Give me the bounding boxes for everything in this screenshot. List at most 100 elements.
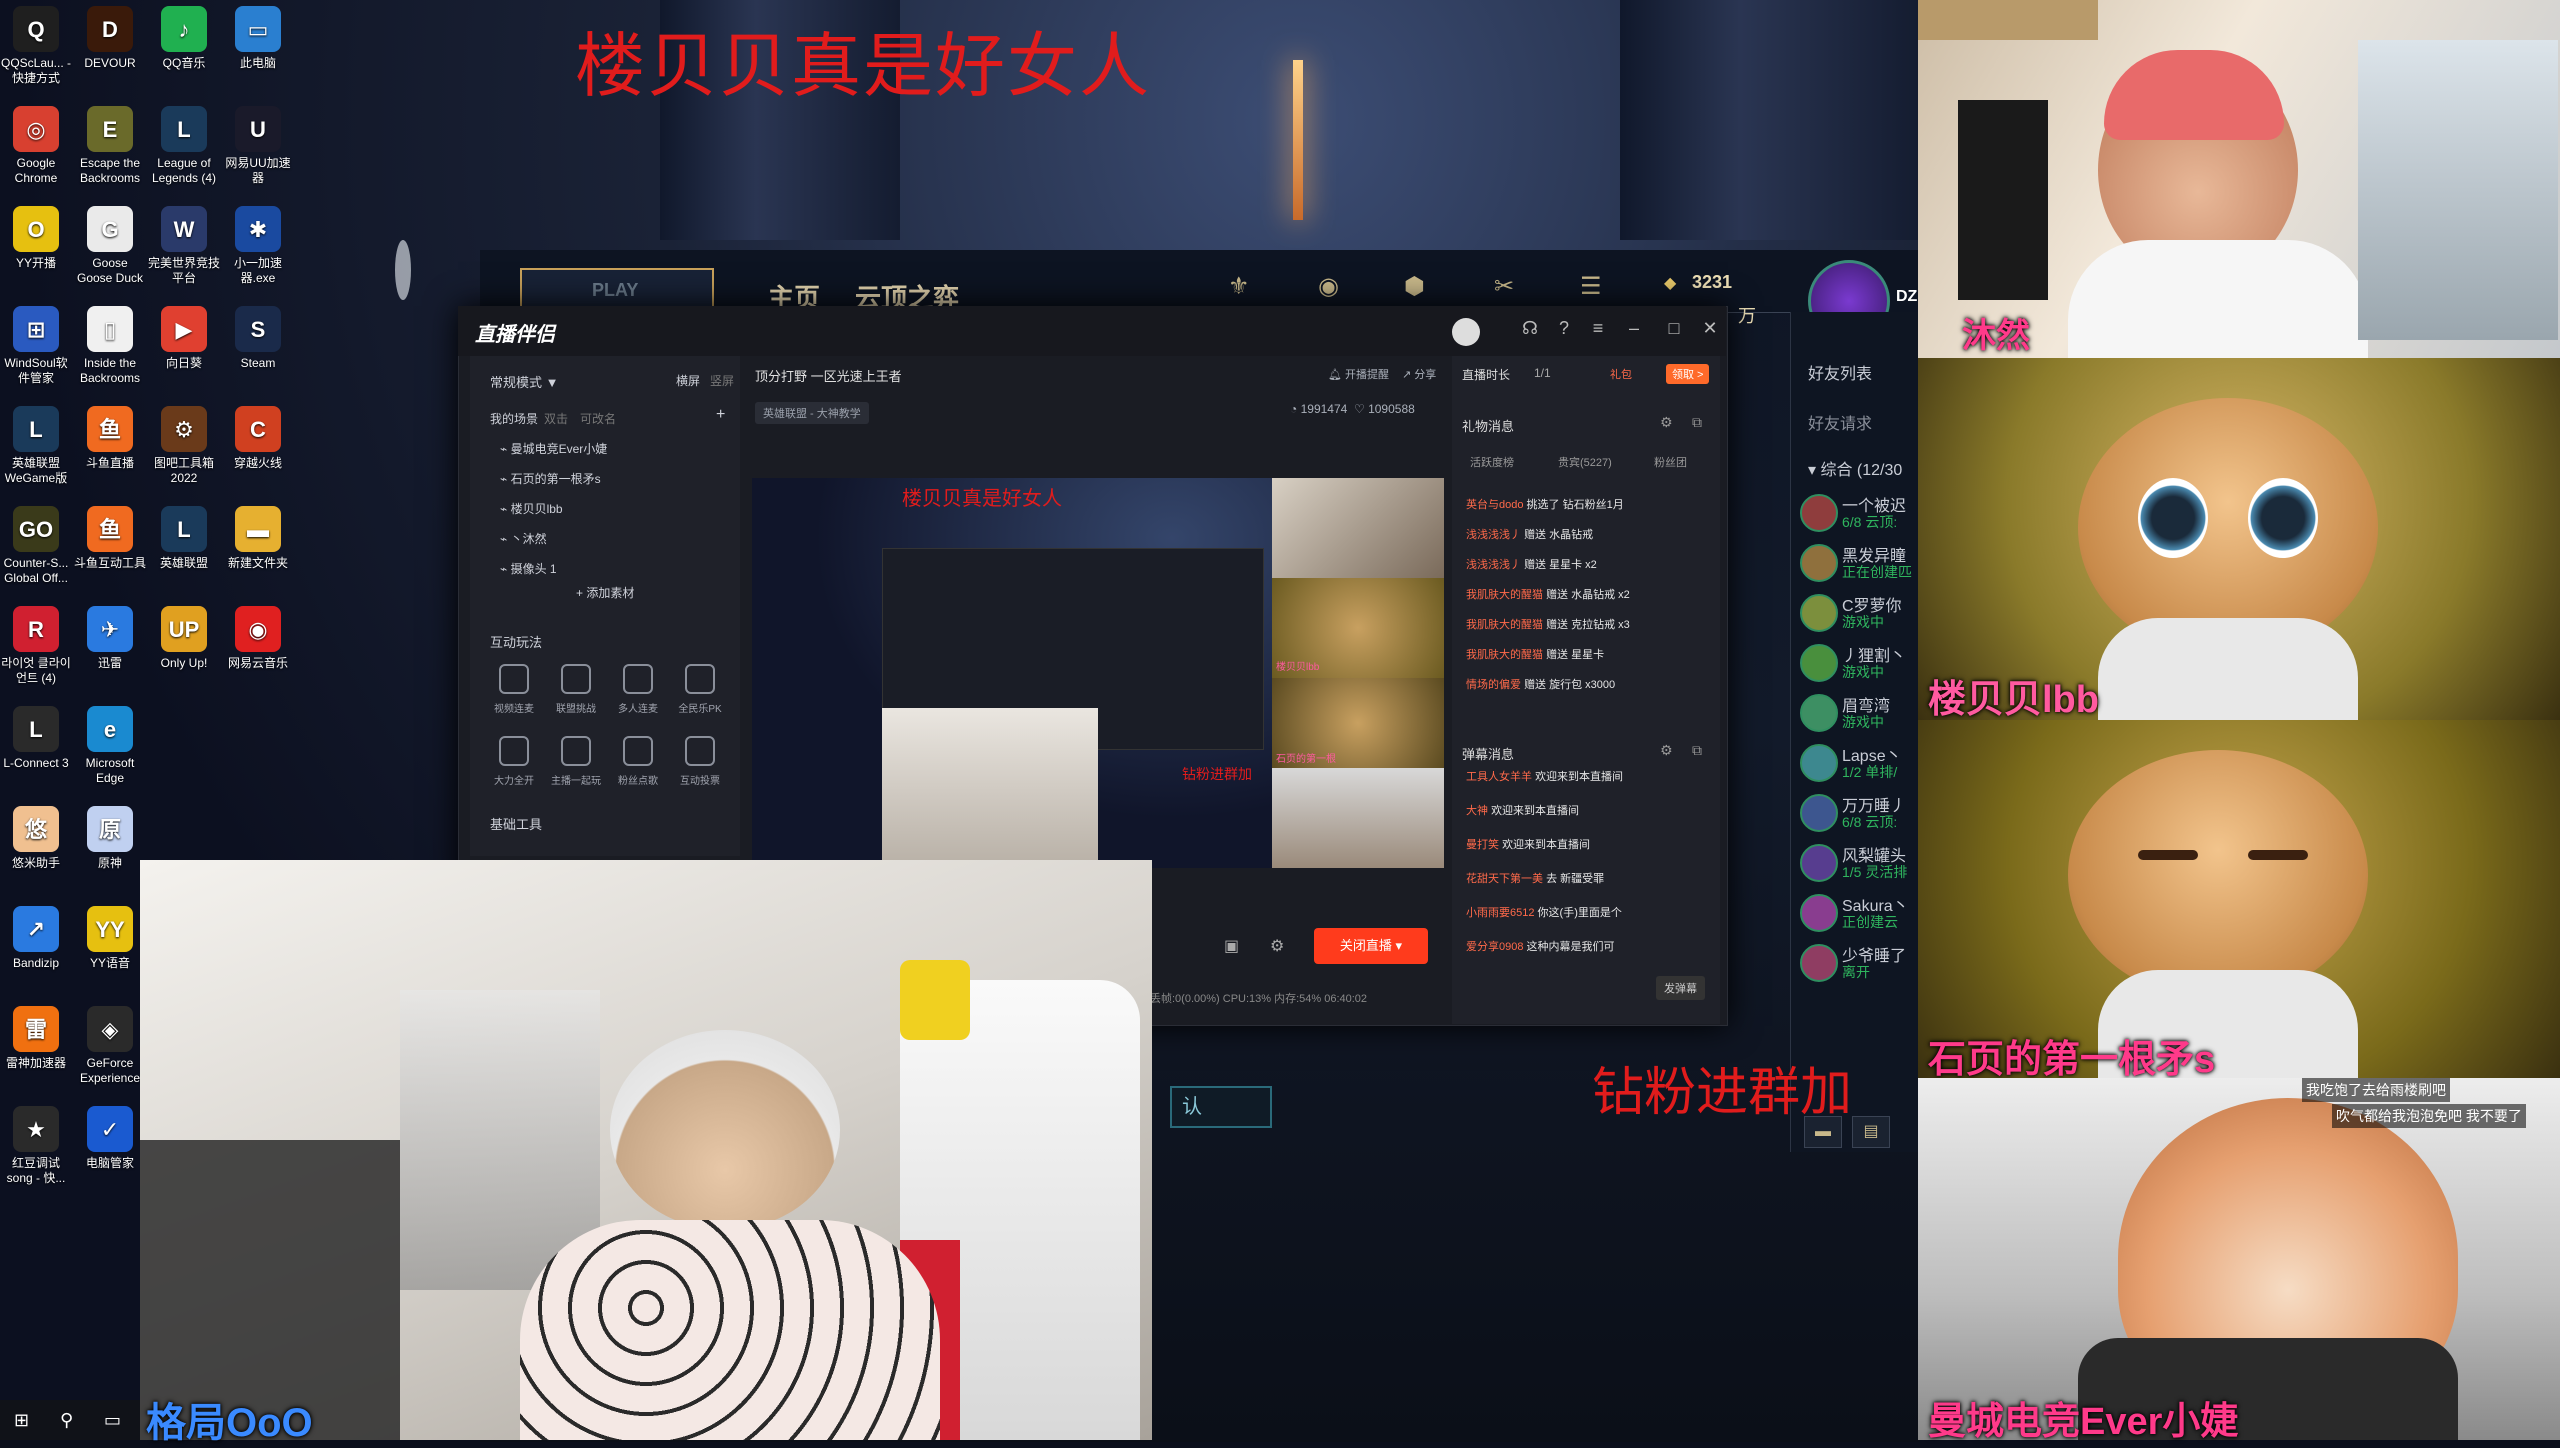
interactive-tool[interactable]: 视频连麦 — [484, 664, 544, 715]
desktop-icon[interactable]: ◉ 网易云音乐 — [222, 606, 294, 671]
source-item[interactable]: ⌁ 楼贝贝lbb — [500, 500, 563, 517]
ranked-icon[interactable]: ⚜ — [1228, 272, 1250, 301]
danmu-popout-icon[interactable]: ⧉ — [1692, 742, 1702, 759]
interactive-tool[interactable]: 大力全开 — [484, 736, 544, 787]
desktop-icon[interactable]: 雷雷神加速器 — [0, 1006, 72, 1071]
desktop-icon[interactable]: YY YY语音 — [74, 906, 146, 971]
friend-list-item[interactable]: 风梨罐头 1/5 灵活排 — [1800, 840, 1920, 882]
source-item[interactable]: ⌁ 摄像头 1 — [500, 560, 557, 577]
tab-rename[interactable]: 可改名 — [580, 410, 616, 427]
friend-list-item[interactable]: C罗萝你 游戏中 — [1800, 590, 1920, 632]
interactive-tool[interactable]: 互动投票 — [670, 736, 730, 787]
friend-requests[interactable]: 好友请求 — [1808, 410, 1872, 434]
headset-icon[interactable]: ☊ — [1518, 318, 1542, 342]
desktop-icon[interactable]: ⊞ WindSoul软件管家 — [0, 306, 72, 386]
avatar[interactable] — [1452, 318, 1480, 346]
tab-my-scenes[interactable]: 我的场景 — [490, 410, 538, 427]
interactive-tool[interactable]: 全民乐PK — [670, 664, 730, 715]
desktop-icon[interactable]: S Steam — [222, 306, 294, 371]
desktop-icon[interactable]: 鱼斗鱼互动工具 — [74, 506, 146, 571]
desktop-icon[interactable]: L League of Legends (4) — [148, 106, 220, 186]
desktop-icon[interactable]: ✓ 电脑管家 — [74, 1106, 146, 1171]
friend-list-item[interactable]: 黑发异瞳 正在创建匹 — [1800, 540, 1920, 582]
desktop-icon[interactable]: ▶ 向日葵 — [148, 306, 220, 371]
close-live-button[interactable]: 关闭直播 ▾ — [1314, 928, 1428, 964]
desktop-icon[interactable]: R 라이엇 클라이언트 (4) — [0, 606, 72, 686]
gift-popout-icon[interactable]: ⧉ — [1692, 414, 1702, 431]
desktop-icon[interactable]: U 网易UU加速器 — [222, 106, 294, 186]
stream-preview[interactable]: 楼贝贝真是好女人 楼贝贝lbb 石页的第一根 钻粉进群加 — [752, 478, 1444, 868]
loot-icon[interactable]: ✂ — [1494, 272, 1514, 301]
desktop-icon[interactable]: ▭ 此电脑 — [222, 6, 294, 71]
desktop-icon[interactable]: 原原神 — [74, 806, 146, 871]
taskview-icon[interactable]: ▭ — [104, 1410, 121, 1431]
desktop-icon[interactable]: D DEVOUR — [74, 6, 146, 71]
desktop-icon[interactable]: ★ 红豆调试 song - 快... — [0, 1106, 72, 1186]
settings-icon[interactable]: ⚙ — [1270, 936, 1284, 956]
desktop-icon[interactable]: ♪ QQ音乐 — [148, 6, 220, 71]
add-source-button[interactable]: + 添加素材 — [576, 584, 634, 601]
gift-tab-fans[interactable]: 粉丝团 — [1654, 454, 1687, 470]
desktop-icon[interactable]: e Microsoft Edge — [74, 706, 146, 786]
claim-button[interactable]: 领取 > — [1666, 364, 1710, 384]
friend-list-item[interactable]: 少爷睡了 离开 — [1800, 940, 1920, 982]
queue-button[interactable]: 认 — [1170, 1086, 1272, 1128]
gift-tab-vip[interactable]: 贵宾(5227) — [1558, 454, 1612, 470]
gift-settings-icon[interactable]: ⚙ — [1660, 414, 1673, 431]
mission-icon[interactable]: ▤ — [1852, 1116, 1890, 1148]
source-item[interactable]: ⌁ 曼城电竞Ever小婕 — [500, 440, 607, 457]
desktop-icon[interactable]: ▯ Inside the Backrooms — [74, 306, 146, 386]
gift-pack-button[interactable]: 礼包 — [1610, 366, 1632, 382]
store-icon[interactable]: ☰ — [1580, 272, 1602, 301]
desktop-icon[interactable]: ✱ 小一加速器.exe — [222, 206, 294, 286]
notice-button[interactable]: 🔔︎ 开播提醒 — [1328, 366, 1389, 382]
windows-start-icon[interactable]: ⊞ — [14, 1410, 29, 1431]
tab-double-click[interactable]: 双击 — [544, 410, 568, 427]
desktop-icon[interactable]: ◈ GeForce Experience — [74, 1006, 146, 1086]
landscape-toggle[interactable]: 横屏 — [676, 372, 700, 389]
desktop-icon[interactable]: ✈ 迅雷 — [74, 606, 146, 671]
desktop-icon[interactable]: O YY开播 — [0, 206, 72, 271]
portrait-toggle[interactable]: 竖屏 — [710, 372, 734, 389]
desktop-icon[interactable]: GO Counter-S... Global Off... — [0, 506, 72, 586]
friend-list-item[interactable]: Lapse丶 1/2 单排/ — [1800, 740, 1920, 782]
desktop-icon[interactable]: G Goose Goose Duck — [74, 206, 146, 286]
desktop-icon[interactable]: W 完美世界竞技平台 — [148, 206, 220, 286]
collection-icon[interactable]: ⬢ — [1404, 272, 1425, 301]
send-danmu-button[interactable]: 发弹幕 — [1656, 976, 1705, 1000]
desktop-icon[interactable]: C 穿越火线 — [222, 406, 294, 471]
friend-list-item[interactable]: 一个被迟 6/8 云顶: — [1800, 490, 1920, 532]
friend-list-item[interactable]: Sakura丶 正创建云 — [1800, 890, 1920, 932]
friend-list-item[interactable]: 丿狸割丶 游戏中 — [1800, 640, 1920, 682]
desktop-icon[interactable]: L L-Connect 3 — [0, 706, 72, 771]
desktop-icon[interactable]: ⚙ 图吧工具箱2022 — [148, 406, 220, 486]
friend-group-label[interactable]: ▾ 综合 (12/30 — [1808, 456, 1902, 480]
desktop-icon[interactable]: UP Only Up! — [148, 606, 220, 671]
profile-icon[interactable]: ◉ — [1318, 272, 1339, 301]
friend-list-item[interactable]: 眉弯湾 游戏中 — [1800, 690, 1920, 732]
source-item[interactable]: ⌁ 石页的第一根矛s — [500, 470, 601, 487]
desktop-icon[interactable]: 鱼斗鱼直播 — [74, 406, 146, 471]
desktop-icon[interactable]: ◎ Google Chrome — [0, 106, 72, 186]
mode-select[interactable]: 常规模式 ▼ — [490, 372, 558, 391]
minimize-icon[interactable]: – — [1622, 318, 1646, 342]
source-item[interactable]: ⌁ 丶沐然 — [500, 530, 547, 547]
add-scene-icon[interactable]: + — [716, 406, 725, 424]
desktop-icon[interactable]: L 英雄联盟 — [148, 506, 220, 571]
desktop-icon[interactable]: ▬ 新建文件夹 — [222, 506, 294, 571]
menu-icon[interactable]: ≡ — [1586, 318, 1610, 342]
maximize-icon[interactable]: □ — [1662, 318, 1686, 342]
interactive-tool[interactable]: 多人连麦 — [608, 664, 668, 715]
room-category[interactable]: 英雄联盟 - 大神教学 — [755, 402, 869, 424]
desktop-icon[interactable]: ↗ Bandizip — [0, 906, 72, 971]
danmu-settings-icon[interactable]: ⚙ — [1660, 742, 1673, 759]
interactive-tool[interactable]: 联盟挑战 — [546, 664, 606, 715]
interactive-tool[interactable]: 主播一起玩 — [546, 736, 606, 787]
help-icon[interactable]: ? — [1552, 318, 1576, 342]
camera-icon[interactable]: ▣ — [1224, 936, 1239, 956]
search-icon[interactable]: ⚲ — [60, 1410, 73, 1431]
friend-list-item[interactable]: 万万睡丿 6/8 云顶: — [1800, 790, 1920, 832]
close-icon[interactable]: ✕ — [1698, 318, 1722, 342]
desktop-icon[interactable]: 悠悠米助手 — [0, 806, 72, 871]
desktop-icon[interactable]: L 英雄联盟WeGame版 — [0, 406, 72, 486]
